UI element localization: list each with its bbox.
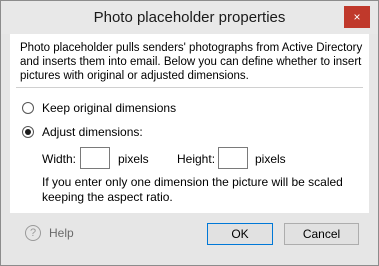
help-link[interactable]: ? Help	[25, 225, 74, 241]
close-icon: ×	[353, 10, 361, 24]
adjust-dimensions-label: Adjust dimensions:	[42, 125, 143, 139]
height-unit: pixels	[255, 152, 286, 166]
width-unit: pixels	[118, 152, 149, 166]
keep-dimensions-label: Keep original dimensions	[42, 101, 177, 115]
width-label: Width:	[42, 152, 77, 166]
height-label: Height:	[177, 152, 216, 166]
keep-dimensions-radio[interactable]	[22, 102, 34, 114]
intro-text: Photo placeholder pulls senders' photogr…	[20, 42, 363, 82]
title-bar[interactable]: Photo placeholder properties ×	[1, 1, 378, 34]
dialog-window: Photo placeholder properties × Photo pla…	[0, 0, 379, 266]
help-label: Help	[49, 226, 74, 240]
adjust-dimensions-option[interactable]: Adjust dimensions:	[22, 124, 143, 140]
aspect-ratio-note: If you enter only one dimension the pict…	[42, 175, 343, 204]
dialog-title: Photo placeholder properties	[93, 9, 286, 26]
separator	[16, 87, 363, 88]
keep-dimensions-option[interactable]: Keep original dimensions	[22, 100, 176, 116]
width-input[interactable]	[80, 147, 110, 169]
ok-button[interactable]: OK	[207, 223, 273, 245]
adjust-dimensions-radio[interactable]	[22, 126, 34, 138]
cancel-button[interactable]: Cancel	[284, 223, 359, 245]
help-icon: ?	[25, 225, 41, 241]
content-panel: Photo placeholder pulls senders' photogr…	[10, 34, 369, 213]
height-input[interactable]	[218, 147, 248, 169]
close-button[interactable]: ×	[344, 6, 370, 28]
